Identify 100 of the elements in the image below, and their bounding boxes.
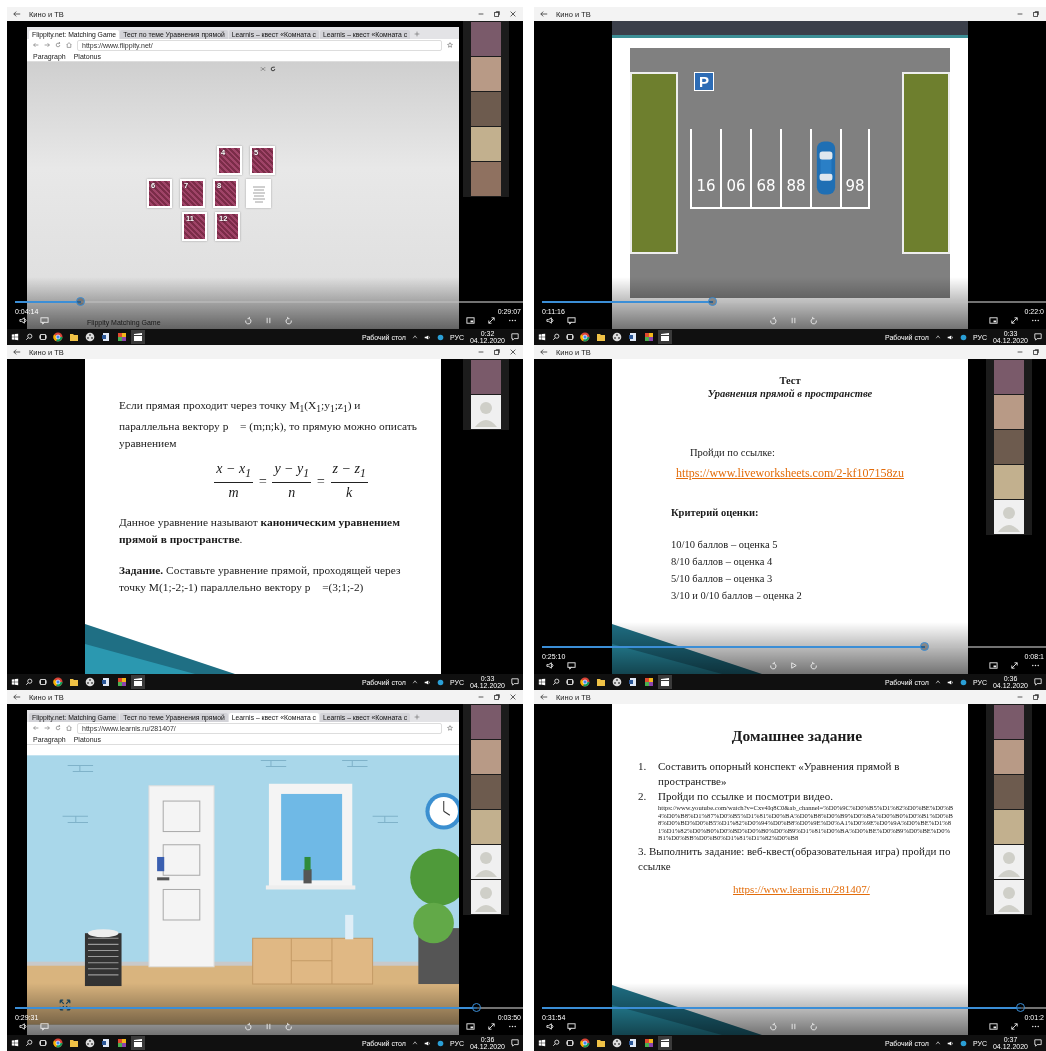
restore-icon[interactable] [1032, 348, 1040, 356]
notification-icon[interactable] [511, 678, 519, 686]
progress-thumb[interactable] [920, 642, 930, 651]
document-icon[interactable] [101, 1038, 111, 1048]
fullscreen-icon[interactable] [487, 316, 496, 325]
clapperboard-icon[interactable] [133, 1038, 143, 1048]
reload-icon[interactable] [270, 66, 276, 72]
chevron-up-icon[interactable] [411, 1040, 418, 1046]
chevron-up-icon[interactable] [934, 679, 941, 685]
document-icon[interactable] [628, 1038, 638, 1048]
notification-icon[interactable] [511, 1039, 519, 1047]
task-view-icon[interactable] [566, 1039, 574, 1047]
volume-icon[interactable] [19, 1022, 28, 1031]
skip-back-icon[interactable] [242, 1022, 252, 1031]
windows-logo-icon[interactable] [11, 678, 19, 686]
chevron-up-icon[interactable] [411, 334, 418, 340]
mini-view-icon[interactable] [989, 316, 998, 325]
task-view-icon[interactable] [39, 1039, 47, 1047]
fullscreen-icon[interactable] [1010, 661, 1019, 670]
clapperboard-icon[interactable] [133, 677, 143, 687]
back-arrow-icon[interactable] [540, 10, 548, 18]
reload-icon[interactable] [55, 725, 61, 731]
tiles-icon[interactable] [117, 332, 127, 342]
search-icon[interactable] [25, 333, 33, 341]
restore-icon[interactable] [1032, 693, 1040, 701]
search-icon[interactable] [25, 678, 33, 686]
speaker-icon[interactable] [946, 1039, 954, 1047]
tiles-icon[interactable] [644, 677, 654, 687]
skip-back-icon[interactable] [242, 316, 252, 325]
volume-icon[interactable] [546, 1022, 555, 1031]
task-view-icon[interactable] [566, 678, 574, 686]
restore-icon[interactable] [493, 10, 501, 18]
windows-logo-icon[interactable] [538, 1039, 546, 1047]
film-reel-icon[interactable] [612, 1038, 622, 1048]
film-reel-icon[interactable] [612, 332, 622, 342]
film-reel-icon[interactable] [85, 1038, 95, 1048]
windows-logo-icon[interactable] [11, 1039, 19, 1047]
search-icon[interactable] [552, 1039, 560, 1047]
search-icon[interactable] [25, 1039, 33, 1047]
chevron-up-icon[interactable] [411, 679, 418, 685]
captions-icon[interactable] [567, 316, 576, 325]
network-icon[interactable] [436, 1039, 444, 1047]
clapperboard-icon[interactable] [660, 677, 670, 687]
network-icon[interactable] [959, 333, 967, 341]
notification-icon[interactable] [1034, 333, 1042, 341]
browser-icon[interactable] [580, 1038, 590, 1048]
task-view-icon[interactable] [39, 678, 47, 686]
speaker-icon[interactable] [946, 678, 954, 686]
reload-icon[interactable] [55, 42, 61, 48]
tiles-icon[interactable] [644, 1038, 654, 1048]
network-icon[interactable] [959, 678, 967, 686]
back-arrow-icon[interactable] [540, 348, 548, 356]
captions-icon[interactable] [567, 661, 576, 670]
search-icon[interactable] [552, 678, 560, 686]
skip-forward-icon[interactable] [809, 316, 819, 325]
tiles-icon[interactable] [117, 1038, 127, 1048]
search-icon[interactable] [552, 333, 560, 341]
notification-icon[interactable] [511, 333, 519, 341]
captions-icon[interactable] [567, 1022, 576, 1031]
close-icon[interactable] [509, 348, 517, 356]
skip-back-icon[interactable] [767, 316, 777, 325]
notification-icon[interactable] [1034, 1039, 1042, 1047]
speaker-icon[interactable] [946, 333, 954, 341]
speaker-icon[interactable] [423, 1039, 431, 1047]
network-icon[interactable] [436, 333, 444, 341]
restore-icon[interactable] [1032, 10, 1040, 18]
folder-icon[interactable] [596, 1038, 606, 1048]
browser-icon[interactable] [53, 677, 63, 687]
skip-forward-icon[interactable] [284, 316, 294, 325]
close-icon[interactable] [509, 10, 517, 18]
expand-arrows-icon[interactable] [59, 999, 71, 1011]
progress-thumb[interactable] [1015, 1003, 1025, 1012]
document-icon[interactable] [628, 677, 638, 687]
film-reel-icon[interactable] [85, 332, 95, 342]
chevron-up-icon[interactable] [934, 334, 941, 340]
network-icon[interactable] [959, 1039, 967, 1047]
folder-icon[interactable] [596, 332, 606, 342]
document-icon[interactable] [101, 677, 111, 687]
progress-thumb[interactable] [76, 297, 86, 306]
play-icon[interactable] [788, 661, 798, 670]
clapperboard-icon[interactable] [660, 1038, 670, 1048]
browser-icon[interactable] [580, 332, 590, 342]
tiles-icon[interactable] [117, 677, 127, 687]
back-arrow-icon[interactable] [13, 348, 21, 356]
document-icon[interactable] [628, 332, 638, 342]
task-view-icon[interactable] [39, 333, 47, 341]
volume-icon[interactable] [19, 316, 28, 325]
windows-logo-icon[interactable] [11, 333, 19, 341]
volume-icon[interactable] [546, 316, 555, 325]
folder-icon[interactable] [69, 332, 79, 342]
clapperboard-icon[interactable] [660, 332, 670, 342]
close-icon[interactable] [509, 693, 517, 701]
skip-forward-icon[interactable] [284, 1022, 294, 1031]
mini-view-icon[interactable] [989, 1022, 998, 1031]
fullscreen-icon[interactable] [1010, 316, 1019, 325]
browser-icon[interactable] [53, 332, 63, 342]
folder-icon[interactable] [69, 1038, 79, 1048]
skip-back-icon[interactable] [767, 661, 777, 670]
restore-icon[interactable] [493, 348, 501, 356]
bookmark-star-icon[interactable] [447, 725, 453, 731]
